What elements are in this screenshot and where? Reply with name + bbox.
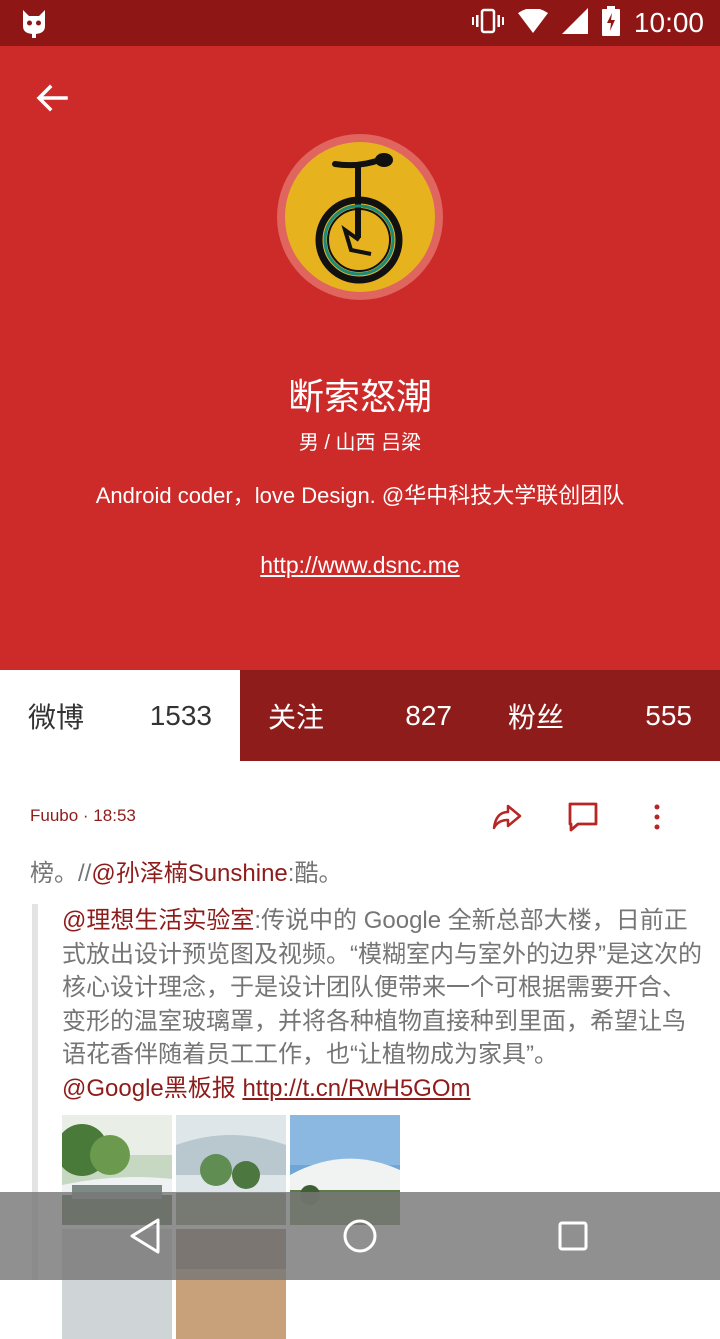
cat-icon [20,8,48,38]
tab-count: 1533 [149,699,212,731]
post-body: 榜。//@孙泽楠Sunshine:酷。 [30,856,690,892]
quote-url[interactable]: http://t.cn/RwH5GOm [242,1075,470,1102]
tab-weibo[interactable]: 微博 1533 [0,670,240,761]
tab-count: 827 [405,699,452,731]
signal-icon [561,7,588,39]
status-bar: 10:00 [0,0,720,46]
share-icon[interactable] [490,800,524,834]
post-actions [490,800,690,834]
battery-icon [601,5,620,41]
avatar[interactable] [277,134,443,300]
nav-recents-icon[interactable] [551,1214,595,1258]
nav-back-icon[interactable] [124,1214,168,1258]
comment-icon[interactable] [566,800,600,834]
more-vert-icon[interactable] [640,800,674,834]
avatar-image [285,142,435,292]
tab-label: 粉丝 [508,701,565,733]
tab-followers[interactable]: 粉丝 555 [480,670,720,761]
post-text-suffix: :酷。 [287,860,343,887]
tab-label: 关注 [268,701,325,733]
vibrate-icon [471,8,504,39]
profile-header: 断索怒潮 男 / 山西 吕梁 Android coder，love Design… [0,46,720,670]
nav-home-icon[interactable] [338,1214,382,1258]
status-time: 10:00 [633,7,704,38]
profile-meta: 男 / 山西 吕梁 [298,432,422,454]
profile-name: 断索怒潮 [287,376,432,417]
profile-link[interactable]: http://www.dsnc.me [0,552,720,579]
post-text-prefix: 榜。// [30,860,92,887]
post-author[interactable]: Fuubo · 18:53 [30,806,136,826]
tab-label: 微博 [28,701,85,733]
quote-mention[interactable]: @理想生活实验室 [62,907,254,934]
post-mention[interactable]: @孙泽楠Sunshine [91,860,287,887]
post-header: Fuubo · 18:53 [30,800,690,834]
navigation-bar [0,1192,720,1280]
quote-mention-2[interactable]: @Google黑板报 [62,1075,236,1102]
tab-following[interactable]: 关注 827 [240,670,480,761]
back-arrow-icon[interactable] [30,76,74,120]
profile-tabs: 微博 1533 关注 827 粉丝 555 [0,670,720,761]
profile-bio: Android coder，love Design. @华中科技大学联创团队 [95,483,625,508]
tab-count: 555 [645,699,692,731]
wifi-icon [517,7,548,38]
